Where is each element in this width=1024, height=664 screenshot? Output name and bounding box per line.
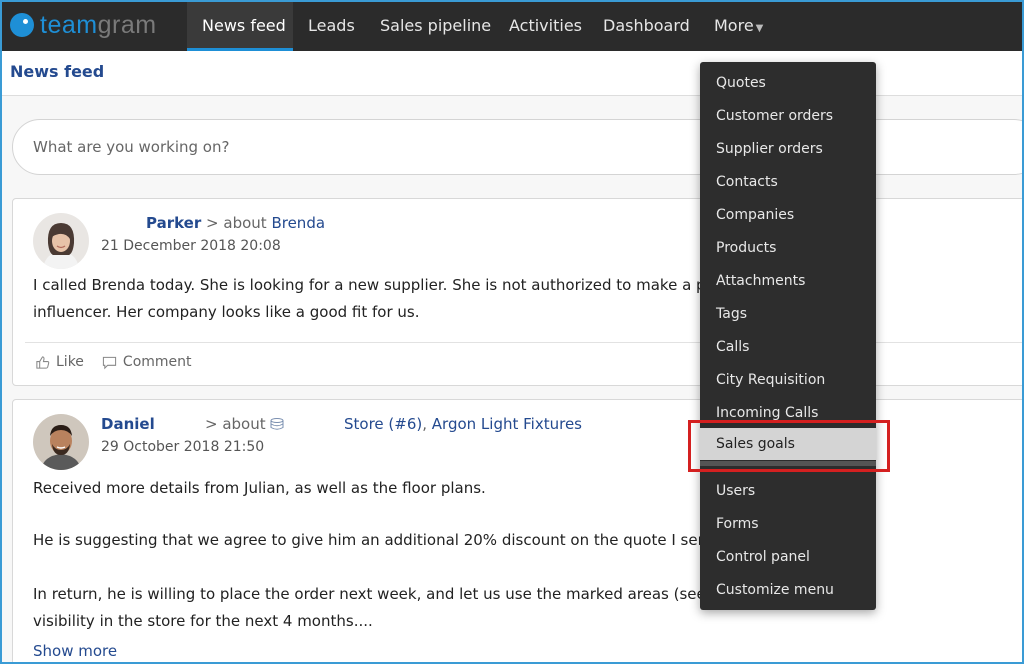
post-about-links: Store (#6), Argon Light Fixtures bbox=[344, 415, 582, 433]
about-prefix: > about bbox=[206, 214, 267, 232]
comment-icon bbox=[102, 356, 117, 369]
post-body-line: He is suggesting that we agree to give h… bbox=[33, 531, 770, 549]
about-contact-link[interactable]: Brenda bbox=[271, 214, 325, 232]
post-date: 21 December 2018 20:08 bbox=[101, 238, 281, 254]
comment-button[interactable]: Comment bbox=[102, 354, 192, 370]
menu-item-contacts[interactable]: Contacts bbox=[700, 168, 876, 196]
menu-item-sales-goals[interactable]: Sales goals bbox=[700, 428, 876, 460]
more-dropdown-menu: Quotes Customer orders Supplier orders C… bbox=[700, 62, 876, 610]
post-body-line: I called Brenda today. She is looking fo… bbox=[33, 276, 765, 294]
logo-text-gram: gram bbox=[97, 10, 157, 39]
nav-more-label: More bbox=[714, 16, 754, 35]
about-company-link[interactable]: Argon Light Fixtures bbox=[432, 415, 582, 433]
post-body-line: influencer. Her company looks like a goo… bbox=[33, 303, 420, 321]
menu-item-supplier-orders[interactable]: Supplier orders bbox=[700, 135, 876, 163]
logo-text: teamgram bbox=[40, 11, 157, 40]
app-window: teamgram News feed Leads Sales pipeline … bbox=[0, 0, 1024, 664]
menu-item-tags[interactable]: Tags bbox=[700, 300, 876, 328]
menu-item-calls[interactable]: Calls bbox=[700, 333, 876, 361]
menu-item-forms[interactable]: Forms bbox=[700, 510, 876, 538]
post-body: I called Brenda today. She is looking fo… bbox=[33, 272, 765, 326]
nav-activities[interactable]: Activities bbox=[509, 2, 582, 51]
nav-news-feed[interactable]: News feed bbox=[187, 2, 293, 51]
logo-text-team: team bbox=[40, 10, 98, 39]
nav-leads[interactable]: Leads bbox=[308, 2, 355, 51]
post-actions: Like Comment bbox=[35, 354, 192, 370]
about-separator: , bbox=[422, 415, 428, 433]
teamgram-logo[interactable]: teamgram bbox=[10, 9, 157, 41]
menu-item-city-requisition[interactable]: City Requisition bbox=[700, 366, 876, 394]
thumbs-up-icon bbox=[36, 355, 50, 369]
avatar[interactable] bbox=[33, 414, 89, 470]
show-more-link[interactable]: Show more bbox=[33, 642, 117, 660]
menu-item-customer-orders[interactable]: Customer orders bbox=[700, 102, 876, 130]
database-icon bbox=[270, 418, 284, 430]
nav-dashboard[interactable]: Dashboard bbox=[603, 2, 690, 51]
menu-separator bbox=[700, 461, 876, 466]
menu-item-incoming-calls[interactable]: Incoming Calls bbox=[700, 399, 876, 427]
menu-item-companies[interactable]: Companies bbox=[700, 201, 876, 229]
menu-item-products[interactable]: Products bbox=[700, 234, 876, 262]
post-author[interactable]: Daniel bbox=[101, 415, 155, 433]
menu-item-customize-menu[interactable]: Customize menu bbox=[700, 576, 876, 604]
caret-down-icon: ▼ bbox=[755, 23, 764, 34]
post-author[interactable]: Parker bbox=[146, 214, 201, 232]
page-title: News feed bbox=[10, 62, 105, 81]
composer-input[interactable] bbox=[33, 134, 633, 160]
man-avatar-icon bbox=[33, 414, 89, 470]
post-author-line: Parker > about Brenda bbox=[146, 214, 325, 232]
post-body-line: Received more details from Julian, as we… bbox=[33, 479, 486, 497]
menu-item-attachments[interactable]: Attachments bbox=[700, 267, 876, 295]
post-date: 29 October 2018 21:50 bbox=[101, 439, 265, 455]
menu-item-quotes[interactable]: Quotes bbox=[700, 69, 876, 97]
post-body-line: In return, he is willing to place the or… bbox=[33, 585, 768, 603]
post-body-line: visibility in the store for the next 4 m… bbox=[33, 612, 373, 630]
nav-sales-pipeline[interactable]: Sales pipeline bbox=[380, 2, 491, 51]
comment-label: Comment bbox=[122, 354, 192, 370]
like-label: Like bbox=[56, 354, 84, 370]
about-store-link[interactable]: Store (#6) bbox=[344, 415, 422, 433]
post-body: Received more details from Julian, as we… bbox=[33, 475, 769, 635]
about-prefix: > about bbox=[205, 415, 266, 433]
nav-more[interactable]: More ▼ bbox=[714, 2, 763, 51]
post-about-line: > about bbox=[205, 415, 284, 433]
woman-avatar-icon bbox=[33, 213, 89, 269]
menu-item-control-panel[interactable]: Control panel bbox=[700, 543, 876, 571]
menu-item-users[interactable]: Users bbox=[700, 477, 876, 505]
top-navigation-bar: teamgram News feed Leads Sales pipeline … bbox=[2, 2, 1022, 51]
post-author-line: Daniel bbox=[101, 415, 155, 433]
like-button[interactable]: Like bbox=[35, 354, 84, 370]
bird-logo-icon bbox=[10, 13, 34, 37]
avatar[interactable] bbox=[33, 213, 89, 269]
